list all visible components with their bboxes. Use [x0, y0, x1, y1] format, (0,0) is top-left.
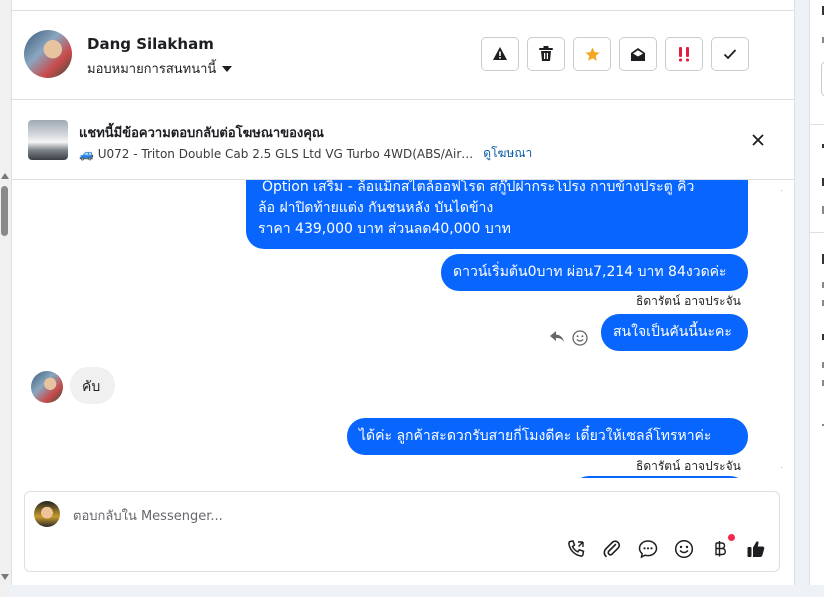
page-scrollbar[interactable]: [0, 0, 10, 597]
message-bubble-outgoing[interactable]: ดาวน์เริ่มต้น0บาท ผ่อน7,214 บาท 84งวดค่ะ: [441, 254, 748, 291]
star-button[interactable]: [573, 37, 611, 71]
divider: [810, 232, 824, 233]
emoji-icon: [674, 539, 694, 559]
priority-icon: [679, 47, 689, 62]
spam-button[interactable]: [665, 37, 703, 71]
message-thread[interactable]: Option เสริม - ล้อแม็กสไตล์ออฟโรด สกู๊ปฝ…: [12, 180, 782, 478]
delete-button[interactable]: [527, 37, 565, 71]
notification-dot: [728, 534, 735, 541]
scroll-up-arrow[interactable]: [781, 184, 782, 191]
close-icon: [752, 134, 764, 146]
close-banner-button[interactable]: [749, 131, 767, 149]
message-bubble-outgoing[interactable]: [571, 476, 748, 478]
baht-icon: [715, 541, 727, 557]
check-icon: [723, 49, 737, 60]
reply-icon[interactable]: [549, 330, 565, 344]
mark-unread-button[interactable]: [619, 37, 657, 71]
details-panel-edge: [809, 0, 824, 585]
sender-name: ธิดารัตน์ อาจประจัน: [636, 294, 741, 308]
conversation-header: Dang Silakham มอบหมายการสนทนานี้: [12, 11, 794, 100]
message-text: ดาวน์เริ่มต้น0บาท ผ่อน7,214 บาท 84งวดค่ะ: [453, 264, 727, 280]
contact-avatar-small[interactable]: [31, 371, 63, 403]
thread-scrollbar[interactable]: [779, 180, 782, 478]
message-bubble-outgoing[interactable]: Option เสริม - ล้อแม็กสไตล์ออฟโรด สกู๊ปฝ…: [246, 180, 748, 249]
attach-icon: [603, 540, 621, 558]
view-ad-link[interactable]: ดูโฆษณา: [483, 144, 532, 163]
trash-icon: [539, 46, 553, 61]
message-text: คับ: [82, 379, 101, 395]
my-avatar: [34, 501, 60, 527]
saved-replies-button[interactable]: [637, 538, 659, 560]
message-bubble-outgoing[interactable]: สนใจเป็นคันนี้นะคะ: [601, 314, 748, 351]
envelope-open-icon: [631, 47, 645, 61]
divider: [810, 124, 824, 125]
scroll-up-arrow[interactable]: [1, 173, 9, 179]
warning-icon: [493, 47, 507, 60]
message-bubble-incoming[interactable]: คับ: [70, 367, 115, 404]
caret-down-icon: [222, 65, 233, 72]
scrollbar-thumb[interactable]: [1, 186, 8, 236]
emoji-button[interactable]: [673, 538, 695, 560]
like-button[interactable]: [745, 538, 767, 560]
assign-label: มอบหมายการสนทนานี้: [87, 62, 217, 77]
attach-button[interactable]: [601, 538, 623, 560]
ad-thumbnail[interactable]: [28, 120, 68, 160]
ad-reply-banner: แชทนี้มีข้อความตอบกลับต่อโฆษณาของคุณ 🚙 U…: [12, 100, 794, 180]
message-text: ได้ค่ะ ลูกค้าสะดวกรับสายกี่โมงดีคะ เดี๋ย…: [359, 428, 712, 444]
call-button[interactable]: [565, 538, 587, 560]
message-text: Option เสริม - ล้อแม็กสไตล์ออฟโรด สกู๊ปฝ…: [262, 180, 695, 195]
react-emoji-icon[interactable]: [572, 330, 588, 346]
report-button[interactable]: [481, 37, 519, 71]
message-bubble-outgoing[interactable]: ได้ค่ะ ลูกค้าสะดวกรับสายกี่โมงดีคะ เดี๋ย…: [347, 418, 748, 455]
reply-composer: [24, 491, 780, 572]
ad-banner-title: แชทนี้มีข้อความตอบกลับต่อโฆษณาของคุณ: [79, 126, 324, 141]
star-icon: [584, 46, 600, 61]
assign-conversation-dropdown[interactable]: มอบหมายการสนทนานี้: [87, 58, 233, 79]
done-button[interactable]: [711, 37, 749, 71]
contact-name[interactable]: Dang Silakham: [87, 35, 214, 53]
conversation-panel: Dang Silakham มอบหมายการสนทนานี้ แชทนี้ม…: [11, 0, 795, 585]
sender-name: ธิดารัตน์ อาจประจัน: [636, 459, 741, 473]
chat-bubble-icon: [638, 540, 658, 559]
scroll-down-arrow[interactable]: [1, 574, 9, 580]
reply-input[interactable]: [71, 504, 575, 528]
ad-product-text: 🚙 U072 - Triton Double Cab 2.5 GLS Ltd V…: [79, 146, 474, 161]
ad-product-line: 🚙 U072 - Triton Double Cab 2.5 GLS Ltd V…: [79, 144, 532, 163]
message-text: ราคา 439,000 บาท ส่วนลด40,000 บาท: [258, 221, 511, 237]
composer-toolbar: [565, 534, 767, 560]
thumbs-up-icon: [747, 541, 765, 557]
call-icon: [568, 540, 585, 557]
header-actions: [481, 37, 749, 71]
message-text: สนใจเป็นคันนี้นะคะ: [613, 324, 732, 340]
contact-avatar[interactable]: [24, 30, 72, 78]
message-text: ล้อ ฝาปิดท้ายแต่ง กันชนหลัง บันไดข้าง: [258, 200, 494, 216]
payment-button[interactable]: [709, 534, 735, 560]
scroll-down-arrow[interactable]: [781, 467, 782, 474]
